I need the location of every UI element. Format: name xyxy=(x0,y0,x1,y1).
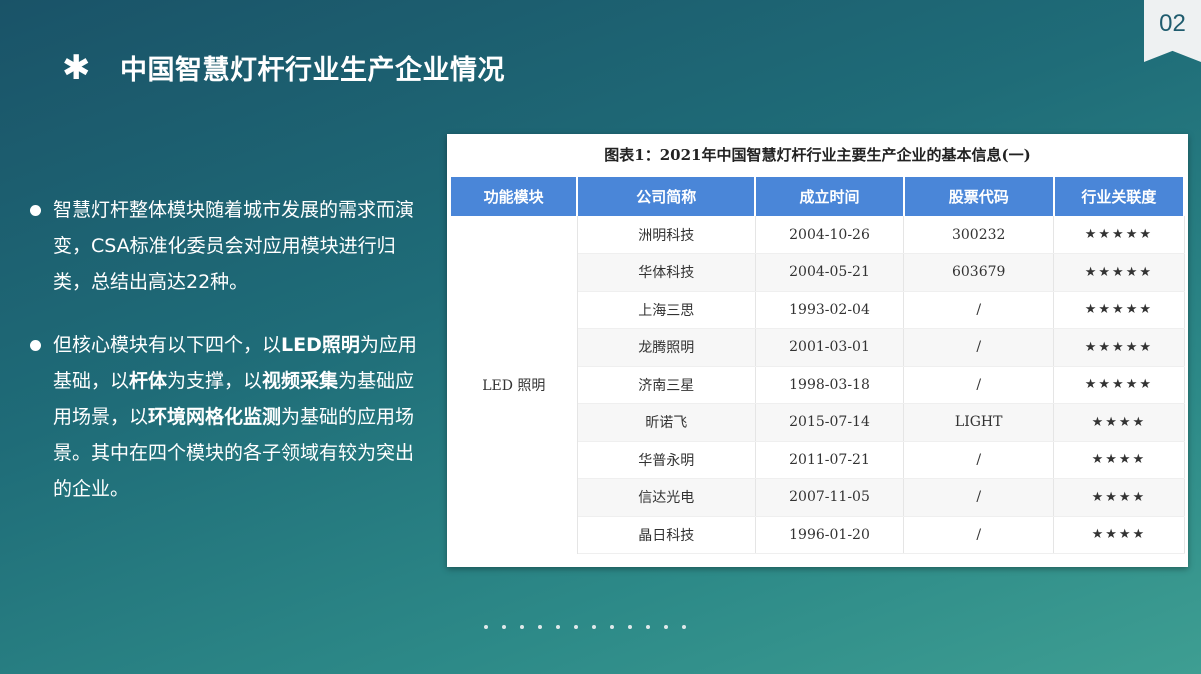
table-header-cell: 行业关联度 xyxy=(1053,177,1186,216)
pagination-dot xyxy=(646,625,650,629)
table-header-cell: 股票代码 xyxy=(903,177,1055,216)
bullet-item: 智慧灯杆整体模块随着城市发展的需求而演变，CSA标准化委员会对应用模块进行归类，… xyxy=(30,192,420,300)
rating-stars: ★★★★★ xyxy=(1053,216,1185,254)
asterisk-icon: ✱ xyxy=(62,47,91,88)
table-cell: 1996-01-20 xyxy=(755,516,905,554)
bullet-segment: 智慧灯杆整体模块随着城市发展的需求而演变，CSA标准化委员会对应用模块进行归类，… xyxy=(53,199,415,293)
bullet-list: 智慧灯杆整体模块随着城市发展的需求而演变，CSA标准化委员会对应用模块进行归类，… xyxy=(30,192,420,534)
table-cell: 济南三星 xyxy=(577,366,756,404)
table-cell: 300232 xyxy=(903,216,1055,254)
pagination-dot xyxy=(574,625,578,629)
bullet-dot-icon xyxy=(30,205,41,216)
table-figure: 图表1：2021年中国智慧灯杆行业主要生产企业的基本信息(一) 功能模块 公司简称… xyxy=(447,134,1188,567)
bullet-text: 但核心模块有以下四个，以LED照明为应用基础，以杆体为支撑，以视频采集为基础应用… xyxy=(53,327,420,507)
rating-stars: ★★★★ xyxy=(1053,403,1185,442)
pagination-dot xyxy=(538,625,542,629)
table-cell: 2001-03-01 xyxy=(755,328,905,367)
pagination-dot xyxy=(610,625,614,629)
bullet-emphasis: 杆体 xyxy=(129,370,168,392)
table-cell: 昕诺飞 xyxy=(577,403,756,442)
bullet-emphasis: LED照明 xyxy=(281,334,360,356)
table-cell: 洲明科技 xyxy=(577,216,756,254)
rating-stars: ★★★★★ xyxy=(1053,366,1185,404)
rating-stars: ★★★★★ xyxy=(1053,291,1185,329)
table-cell: / xyxy=(903,478,1055,517)
table-cell: 2004-10-26 xyxy=(755,216,905,254)
table-cell: 华体科技 xyxy=(577,253,756,292)
table-cell: / xyxy=(903,441,1055,479)
pagination-dot xyxy=(484,625,488,629)
table-cell: 信达光电 xyxy=(577,478,756,517)
module-cell: LED 照明 xyxy=(451,216,578,554)
table-cell: 2004-05-21 xyxy=(755,253,905,292)
rating-stars: ★★★★★ xyxy=(1053,253,1185,292)
company-table: 功能模块 公司简称 成立时间 股票代码 行业关联度 LED 照明 洲明科技 2004-10-… xyxy=(451,177,1186,554)
table-cell: 603679 xyxy=(903,253,1055,292)
table-header-cell: 功能模块 xyxy=(451,177,579,216)
table-cell: / xyxy=(903,516,1055,554)
table-cell: 华普永明 xyxy=(577,441,756,479)
table-header-cell: 公司简称 xyxy=(577,177,757,216)
table-caption: 图表1：2021年中国智慧灯杆行业主要生产企业的基本信息(一) xyxy=(604,146,1031,164)
table-cell: LIGHT xyxy=(903,403,1055,442)
pagination-dot xyxy=(664,625,668,629)
table-cell: / xyxy=(903,328,1055,367)
bullet-text: 智慧灯杆整体模块随着城市发展的需求而演变，CSA标准化委员会对应用模块进行归类，… xyxy=(53,192,420,300)
bullet-segment: 但核心模块有以下四个，以 xyxy=(53,334,282,356)
rating-stars: ★★★★ xyxy=(1053,478,1185,517)
table-cell: 2007-11-05 xyxy=(755,478,905,517)
bullet-dot-icon xyxy=(30,340,41,351)
pagination-dot xyxy=(592,625,596,629)
table-cell: 1993-02-04 xyxy=(755,291,905,329)
page-number-badge: 02 xyxy=(1144,0,1201,62)
pagination-dot xyxy=(502,625,506,629)
table-cell: 2015-07-14 xyxy=(755,403,905,442)
table-cell: / xyxy=(903,366,1055,404)
bullet-item: 但核心模块有以下四个，以LED照明为应用基础，以杆体为支撑，以视频采集为基础应用… xyxy=(30,327,420,507)
pagination-dot xyxy=(520,625,524,629)
table-cell: 1998-03-18 xyxy=(755,366,905,404)
bullet-emphasis: 视频采集 xyxy=(262,370,339,392)
bullet-segment: 为支撑，以 xyxy=(167,370,263,392)
table-cell: / xyxy=(903,291,1055,329)
pagination-dots xyxy=(484,625,686,629)
slide-title: ✱ 中国智慧灯杆行业生产企业情况 xyxy=(62,48,505,87)
table-cell: 晶日科技 xyxy=(577,516,756,554)
rating-stars: ★★★★★ xyxy=(1053,328,1185,367)
table-header-row: 功能模块 公司简称 成立时间 股票代码 行业关联度 xyxy=(451,177,1186,216)
table-row: LED 照明 洲明科技 2004-10-26 300232 ★★★★★ xyxy=(451,216,1185,554)
pagination-dot xyxy=(556,625,560,629)
pagination-dot xyxy=(628,625,632,629)
slide-title-text: 中国智慧灯杆行业生产企业情况 xyxy=(120,55,505,86)
table-cell: 上海三思 xyxy=(577,291,756,329)
rating-stars: ★★★★ xyxy=(1053,516,1185,554)
bullet-emphasis: 环境网格化监测 xyxy=(148,406,282,428)
pagination-dot xyxy=(682,625,686,629)
table-header-cell: 成立时间 xyxy=(755,177,905,216)
table-cell: 龙腾照明 xyxy=(577,328,756,367)
rating-stars: ★★★★ xyxy=(1053,441,1185,479)
table-cell: 2011-07-21 xyxy=(755,441,905,479)
